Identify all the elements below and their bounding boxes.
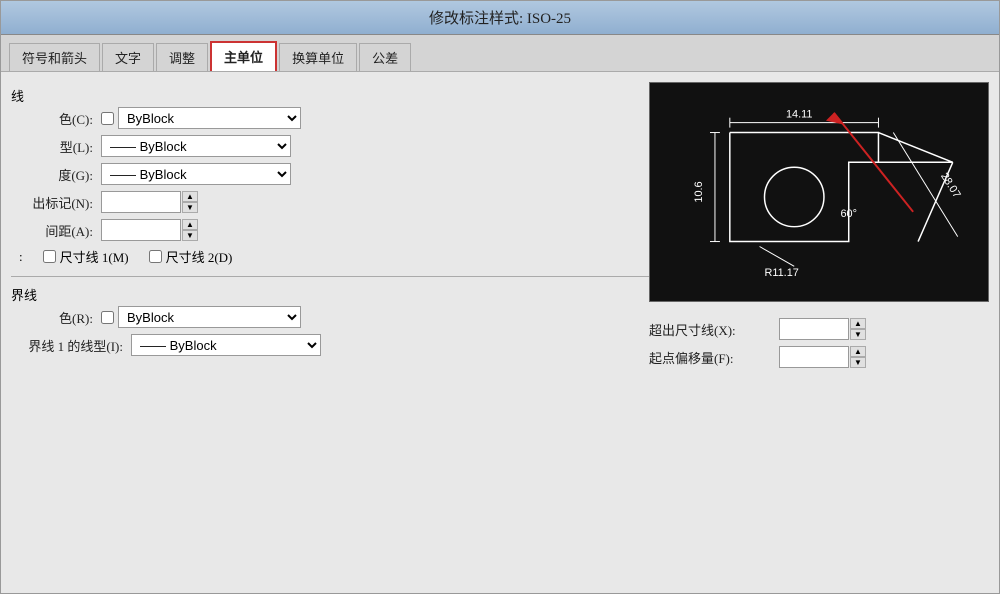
mark-spinners: ▲ ▼ <box>182 191 198 213</box>
spacing-input[interactable]: 3.75 <box>101 219 181 241</box>
mark-spin-up[interactable]: ▲ <box>182 191 198 202</box>
exceed-spin-up[interactable]: ▲ <box>850 318 866 329</box>
color-label: 色(C): <box>11 109 101 128</box>
suppress2-label: 尺寸线 2(D) <box>166 247 233 266</box>
svg-text:14.11: 14.11 <box>786 109 812 121</box>
spacing-spinners: ▲ ▼ <box>182 219 198 241</box>
spacing-control: 3.75 ▲ ▼ <box>101 219 301 241</box>
mark-input[interactable]: 0 <box>101 191 181 213</box>
origin-spin-down[interactable]: ▼ <box>850 357 866 368</box>
exceed-input[interactable]: 1.25 <box>779 318 849 340</box>
linetype-select[interactable]: —— ByBlock <box>101 135 291 157</box>
lineweight-row: 度(G): —— ByBlock <box>11 163 649 185</box>
linetype-control: —— ByBlock <box>101 135 301 157</box>
suppress1-item: 尺寸线 1(M) <box>43 247 129 266</box>
origin-spin-up[interactable]: ▲ <box>850 346 866 357</box>
mark-label: 出标记(N): <box>11 193 101 212</box>
extcolor-control: ByBlock <box>101 306 301 328</box>
suppress2-item: 尺寸线 2(D) <box>149 247 233 266</box>
linetype-row: 型(L): —— ByBlock <box>11 135 649 157</box>
right-panel: 14.11 10.6 28.07 <box>649 82 989 583</box>
extcolor-checkbox[interactable] <box>101 311 114 324</box>
exceed-label: 超出尺寸线(X): <box>649 320 779 339</box>
lineweight-label: 度(G): <box>11 165 101 184</box>
spacing-spin-up[interactable]: ▲ <box>182 219 198 230</box>
exceed-spinners: ▲ ▼ <box>850 318 866 340</box>
mark-row: 出标记(N): 0 ▲ ▼ <box>11 191 649 213</box>
color-control: ByBlock <box>101 107 301 129</box>
svg-text:10.6: 10.6 <box>693 181 705 202</box>
color-row: 色(C): ByBlock <box>11 107 649 129</box>
origin-spinners: ▲ ▼ <box>850 346 866 368</box>
preview-svg: 14.11 10.6 28.07 <box>650 83 988 301</box>
tab-tolerances[interactable]: 公差 <box>359 43 411 71</box>
linetype-label: 型(L): <box>11 137 101 156</box>
origin-input[interactable]: 0.625 <box>779 346 849 368</box>
tab-primary-units[interactable]: 主单位 <box>210 41 277 71</box>
exceed-control: 1.25 ▲ ▼ <box>779 318 866 340</box>
mark-control: 0 ▲ ▼ <box>101 191 301 213</box>
extline1-row: 界线 1 的线型(I): —— ByBlock <box>11 334 649 356</box>
origin-control: 0.625 ▲ ▼ <box>779 346 866 368</box>
extcolor-label: 色(R): <box>11 308 101 327</box>
line-section-label: 线 <box>11 86 649 105</box>
spacing-spin-down[interactable]: ▼ <box>182 230 198 241</box>
extline1-select[interactable]: —— ByBlock <box>131 334 321 356</box>
cad-preview: 14.11 10.6 28.07 <box>649 82 989 302</box>
origin-row: 起点偏移量(F): 0.625 ▲ ▼ <box>649 346 989 368</box>
suppress2-checkbox[interactable] <box>149 250 162 263</box>
svg-text:60°: 60° <box>840 208 856 220</box>
extcolor-row: 色(R): ByBlock <box>11 306 649 328</box>
extline-section-label: 界线 <box>11 285 649 304</box>
color-checkbox[interactable] <box>101 112 114 125</box>
origin-label: 起点偏移量(F): <box>649 348 779 367</box>
suppress-row: : 尺寸线 1(M) 尺寸线 2(D) <box>19 247 649 266</box>
tab-text[interactable]: 文字 <box>102 43 154 71</box>
lineweight-select[interactable]: —— ByBlock <box>101 163 291 185</box>
content-area: 线 色(C): ByBlock 型(L): <box>1 72 999 593</box>
tabs-row: 符号和箭头 文字 调整 主单位 换算单位 公差 <box>1 35 999 72</box>
lineweight-control: —— ByBlock <box>101 163 301 185</box>
dialog: 修改标注样式: ISO-25 符号和箭头 文字 调整 主单位 换算单位 公差 线 <box>0 0 1000 594</box>
tab-symbols-arrows[interactable]: 符号和箭头 <box>9 43 100 71</box>
extline1-label: 界线 1 的线型(I): <box>11 336 131 355</box>
exceed-row: 超出尺寸线(X): 1.25 ▲ ▼ <box>649 318 989 340</box>
extcolor-select[interactable]: ByBlock <box>118 306 301 328</box>
spacing-row: 间距(A): 3.75 ▲ ▼ <box>11 219 649 241</box>
divider <box>11 276 649 277</box>
left-panel: 线 色(C): ByBlock 型(L): <box>11 82 649 583</box>
extline1-control: —— ByBlock <box>131 334 331 356</box>
mark-spin-down[interactable]: ▼ <box>182 202 198 213</box>
suppress-colon: : <box>19 249 23 265</box>
tab-alternate-units[interactable]: 换算单位 <box>279 43 357 71</box>
spacing-label: 间距(A): <box>11 221 101 240</box>
suppress1-checkbox[interactable] <box>43 250 56 263</box>
svg-text:R11.17: R11.17 <box>765 267 799 279</box>
color-select[interactable]: ByBlock <box>118 107 301 129</box>
suppress1-label: 尺寸线 1(M) <box>60 247 129 266</box>
exceed-spin-down[interactable]: ▼ <box>850 329 866 340</box>
title-bar: 修改标注样式: ISO-25 <box>1 1 999 35</box>
tab-adjust[interactable]: 调整 <box>156 43 208 71</box>
dialog-title: 修改标注样式: ISO-25 <box>429 11 571 27</box>
